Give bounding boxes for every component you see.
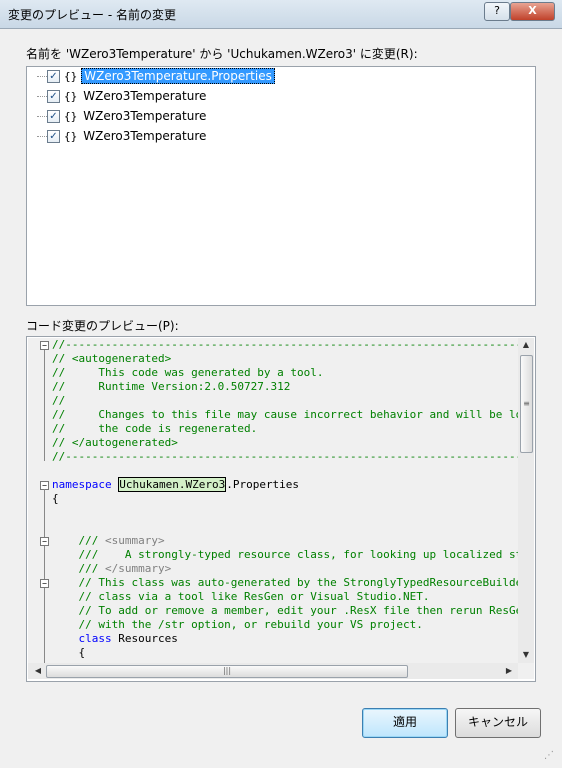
code-line: // <autogenerated>: [52, 352, 172, 365]
code-line: {: [52, 492, 59, 505]
vertical-scrollbar[interactable]: ▲ ≡ ▼: [518, 338, 534, 663]
tree-item-label: WZero3Temperature.Properties: [81, 68, 275, 84]
horizontal-scroll-thumb[interactable]: |||: [46, 665, 408, 678]
apply-button[interactable]: 適用: [362, 708, 448, 738]
tree-item-properties[interactable]: ✓ {} WZero3Temperature.Properties: [47, 67, 275, 85]
code-line: // Changes to this file may cause incorr…: [52, 408, 519, 421]
close-button[interactable]: X: [510, 2, 555, 21]
tree-item-label: WZero3Temperature: [83, 129, 207, 143]
code-xml-tag: <summary>: [104, 534, 165, 547]
code-preview[interactable]: − //------------------------------------…: [26, 336, 536, 682]
scroll-corner: [518, 663, 534, 679]
namespace-icon: {}: [64, 89, 78, 103]
tree-item-checkbox[interactable]: ✓: [47, 89, 60, 103]
resize-grip-icon[interactable]: ⋰: [544, 750, 554, 761]
code-line: // To add or remove a member, edit your …: [52, 604, 519, 617]
namespace-icon: {}: [64, 69, 78, 83]
vertical-scroll-thumb[interactable]: ≡: [520, 355, 533, 453]
code-line: // </autogenerated>: [52, 436, 178, 449]
tree-item-label: WZero3Temperature: [83, 89, 207, 103]
tree-item[interactable]: ✓ {} WZero3Temperature: [47, 87, 208, 105]
horizontal-scrollbar[interactable]: ◀ ||| ▶: [28, 663, 519, 679]
code-comment: ///: [52, 562, 105, 575]
code-xml-tag: </summary>: [104, 562, 172, 575]
scroll-right-icon[interactable]: ▶: [501, 666, 517, 675]
code-line: {: [52, 646, 86, 659]
code-line: // class via a tool like ResGen or Visua…: [52, 590, 430, 603]
title-bar: 変更のプレビュー - 名前の変更 ? X: [0, 0, 562, 29]
code-area[interactable]: − //------------------------------------…: [28, 338, 519, 663]
code-line: // with the /str option, or rebuild your…: [52, 618, 423, 631]
code-keyword: namespace: [52, 478, 112, 491]
rename-label: 名前を 'WZero3Temperature' から 'Uchukamen.WZ…: [26, 47, 418, 61]
code-line: // This code was generated by a tool.: [52, 366, 324, 379]
code-text-fragment: .Properties: [226, 478, 300, 491]
cancel-button[interactable]: キャンセル: [455, 708, 541, 738]
window-title: 変更のプレビュー - 名前の変更: [8, 8, 176, 22]
rename-tree[interactable]: ✓ {} WZero3Temperature.Properties ✓ {} W…: [26, 66, 536, 306]
code-line: // This class was auto-generated by the …: [52, 576, 519, 589]
code-comment: ///: [52, 534, 105, 547]
help-button[interactable]: ?: [484, 2, 510, 21]
tree-item[interactable]: ✓ {} WZero3Temperature: [47, 107, 208, 125]
code-line: // the code is regenerated.: [52, 422, 258, 435]
namespace-icon: {}: [64, 109, 78, 123]
tree-item-checkbox[interactable]: ✓: [47, 129, 60, 143]
scroll-left-icon[interactable]: ◀: [30, 666, 46, 675]
tree-item[interactable]: ✓ {} WZero3Temperature: [47, 127, 208, 145]
tree-item-label: WZero3Temperature: [83, 109, 207, 123]
renamed-identifier: Uchukamen.WZero3: [118, 477, 227, 492]
tree-item-checkbox[interactable]: ✓: [47, 69, 60, 83]
code-keyword: class: [52, 632, 112, 645]
scroll-up-icon[interactable]: ▲: [518, 340, 534, 349]
namespace-icon: {}: [64, 129, 78, 143]
code-line: //--------------------------------------…: [52, 338, 519, 351]
code-line: //: [52, 394, 66, 407]
code-line: /// A strongly-typed resource class, for…: [78, 548, 519, 561]
code-line: //--------------------------------------…: [52, 450, 519, 463]
tree-item-checkbox[interactable]: ✓: [47, 109, 60, 123]
scroll-down-icon[interactable]: ▼: [518, 650, 534, 659]
code-line: // Runtime Version:2.0.50727.312: [52, 380, 291, 393]
preview-label: コード変更のプレビュー(P):: [26, 319, 179, 333]
code-text-fragment: Resources: [111, 632, 178, 645]
